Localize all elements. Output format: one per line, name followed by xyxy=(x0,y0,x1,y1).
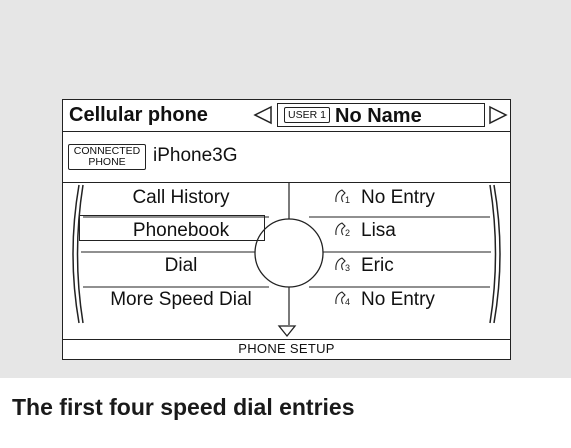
badge-line-2: PHONE xyxy=(88,156,126,168)
speed-dial-4[interactable]: 4 No Entry xyxy=(333,289,435,311)
speed-dial-slot-4: 4 xyxy=(345,297,350,307)
speed-dial-name-2: Lisa xyxy=(361,220,396,241)
phone-setup-button[interactable]: PHONE SETUP xyxy=(63,339,510,359)
menu-item-call-history[interactable]: Call History xyxy=(83,187,279,209)
speed-dial-2[interactable]: 2 Lisa xyxy=(333,220,396,242)
connected-phone-row: CONNECTED PHONE iPhone3G xyxy=(63,132,510,183)
menu-item-phonebook[interactable]: Phonebook xyxy=(83,220,279,242)
speed-dial-3[interactable]: 3 Eric xyxy=(333,255,394,277)
phone-menu: Call History Phonebook Dial More Speed D… xyxy=(63,183,510,325)
speed-dial-name-1: No Entry xyxy=(361,187,435,208)
speed-dial-name-4: No Entry xyxy=(361,289,435,310)
screen-title: Cellular phone xyxy=(69,104,208,126)
speed-dial-1[interactable]: 1 No Entry xyxy=(333,187,435,209)
figure-panel: Cellular phone USER 1 No Name CONNECTED … xyxy=(0,0,571,378)
handset-icon: 1 xyxy=(335,189,350,205)
left-triangle-icon[interactable] xyxy=(253,105,273,125)
right-triangle-icon[interactable] xyxy=(488,105,508,125)
handset-icon: 3 xyxy=(335,257,350,273)
handset-icon: 4 xyxy=(335,291,350,307)
user-name: No Name xyxy=(335,105,422,127)
header-bar: Cellular phone USER 1 No Name xyxy=(63,100,510,132)
user-badge: USER 1 xyxy=(284,107,330,123)
speed-dial-name-3: Eric xyxy=(361,255,394,276)
figure-caption: The first four speed dial entries xyxy=(12,394,355,420)
speed-dial-slot-3: 3 xyxy=(345,263,350,273)
down-triangle-icon[interactable] xyxy=(277,324,297,338)
device-name: iPhone3G xyxy=(153,145,238,166)
menu-item-more-speed-dial[interactable]: More Speed Dial xyxy=(83,289,279,311)
display-screen: Cellular phone USER 1 No Name CONNECTED … xyxy=(62,99,511,360)
connected-phone-badge: CONNECTED PHONE xyxy=(68,144,146,170)
handset-icon: 2 xyxy=(335,222,350,238)
menu-item-dial[interactable]: Dial xyxy=(83,255,279,277)
speed-dial-slot-1: 1 xyxy=(345,195,350,205)
user-selector[interactable]: USER 1 No Name xyxy=(277,103,485,127)
speed-dial-slot-2: 2 xyxy=(345,228,350,238)
